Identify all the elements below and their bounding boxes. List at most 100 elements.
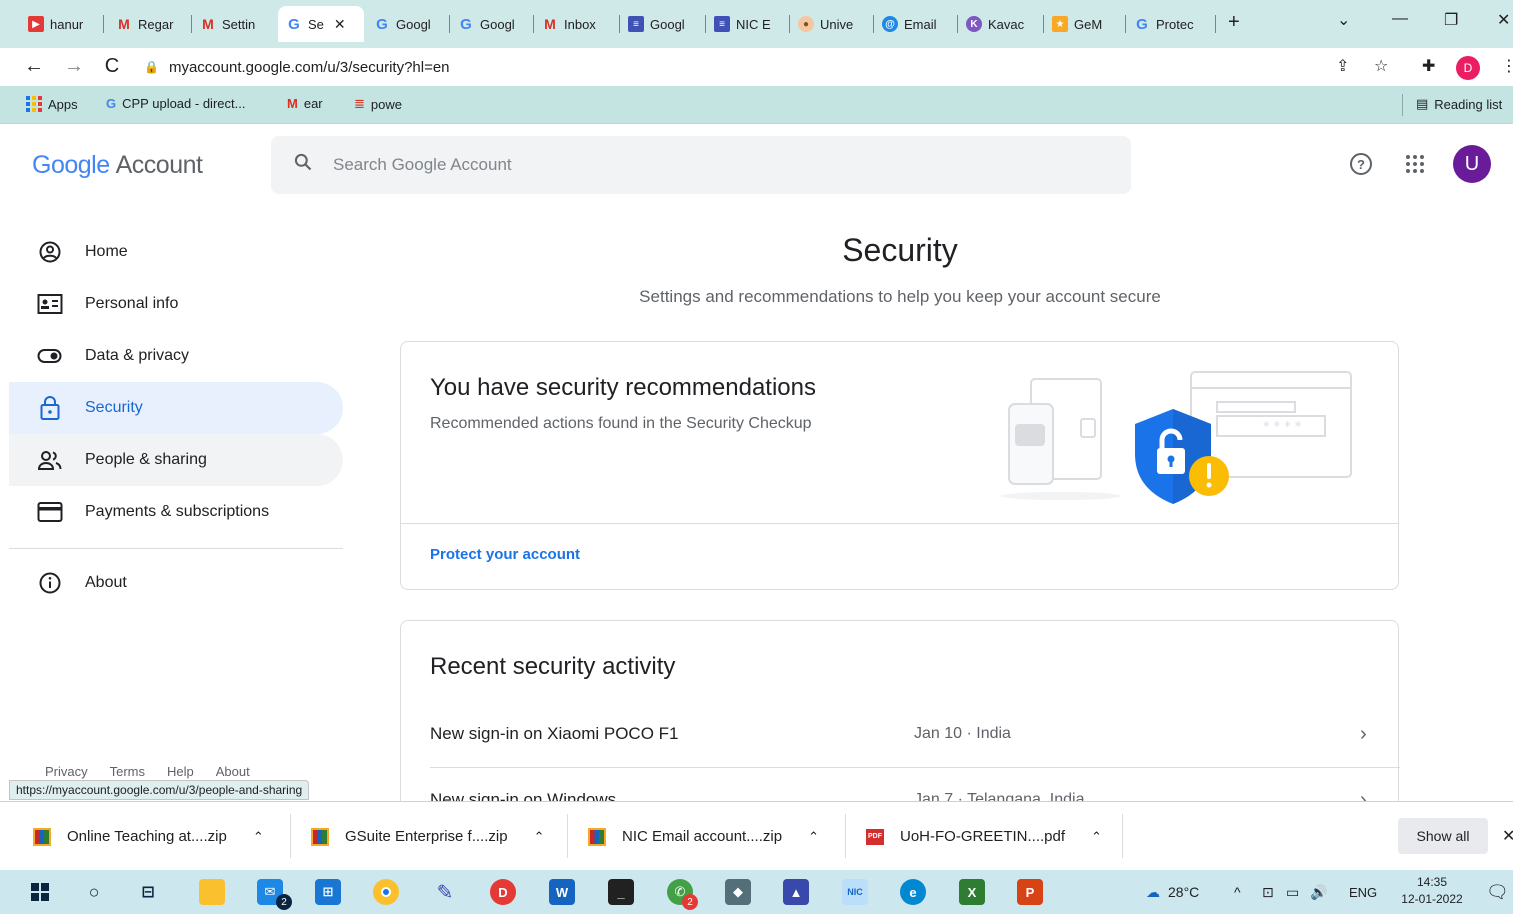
bookmark-ear[interactable]: M ear <box>287 96 323 111</box>
search-icon[interactable] <box>293 152 313 178</box>
protect-account-link[interactable]: Protect your account <box>430 546 580 563</box>
tab-gmail-settings[interactable]: M Settin <box>192 9 276 39</box>
sidebar-item-people-sharing[interactable]: People & sharing <box>9 434 343 486</box>
tab-gem[interactable]: ★ GeM <box>1044 9 1126 39</box>
restore-icon[interactable]: ❐ <box>1444 10 1458 30</box>
download-item[interactable]: PDF UoH-FO-GREETIN....pdf ⌃ <box>866 802 1102 871</box>
show-all-downloads-button[interactable]: Show all <box>1398 818 1488 854</box>
reload-icon[interactable]: C <box>100 55 124 78</box>
download-filename: GSuite Enterprise f....zip <box>345 828 508 845</box>
sidebar-item-security[interactable]: Security <box>9 382 343 434</box>
cortana-search-icon[interactable]: ○ <box>81 879 107 905</box>
tab-google[interactable]: G Googl <box>366 9 450 39</box>
bookmark-apps[interactable]: Apps <box>26 96 78 112</box>
tab-google-sheet[interactable]: ≡ Googl <box>620 9 706 39</box>
edge-icon[interactable]: e <box>900 879 926 905</box>
tab-university[interactable]: ● Unive <box>790 9 874 39</box>
help-icon[interactable]: ? <box>1350 153 1372 175</box>
account-avatar[interactable]: U <box>1453 145 1491 183</box>
tab-kavach[interactable]: K Kavac <box>958 9 1044 39</box>
nic-icon[interactable]: NIC <box>842 879 868 905</box>
google-apps-icon[interactable] <box>1406 155 1424 173</box>
download-item[interactable]: NIC Email account....zip ⌃ <box>588 802 819 871</box>
address-bar[interactable]: 🔒 myaccount.google.com/u/3/security?hl=e… <box>144 53 1414 81</box>
network-icon[interactable]: ▭ <box>1286 870 1299 914</box>
close-tab-icon[interactable]: ✕ <box>334 16 346 33</box>
chevron-up-icon[interactable]: ⌃ <box>534 829 545 845</box>
tab-label: Protec <box>1156 16 1194 32</box>
menu-icon[interactable]: ⋮ <box>1501 56 1513 76</box>
word-icon[interactable]: W <box>549 879 575 905</box>
terminal-icon[interactable]: _ <box>608 879 634 905</box>
close-window-icon[interactable]: ✕ <box>1497 10 1510 30</box>
url-text: myaccount.google.com/u/3/security?hl=en <box>168 58 450 76</box>
meet-now-icon[interactable]: ⊡ <box>1262 870 1274 914</box>
language-indicator[interactable]: ENG <box>1349 870 1377 914</box>
sheets-icon: ≡ <box>714 16 730 32</box>
bookmark-cpp-upload[interactable]: G CPP upload - direct... <box>106 96 245 111</box>
forward-icon[interactable]: → <box>62 55 86 78</box>
chevron-up-icon[interactable]: ⌃ <box>808 829 819 845</box>
tab-security-active[interactable]: G Se ✕ <box>278 6 364 42</box>
bookmark-powe[interactable]: ≣ powe <box>354 96 402 112</box>
tab-inbox[interactable]: M Inbox <box>534 9 620 39</box>
store-icon[interactable]: ⊞ <box>315 879 341 905</box>
home-icon <box>37 239 63 265</box>
sidebar-item-personal-info[interactable]: Personal info <box>9 278 343 330</box>
volume-icon[interactable]: 🔊 <box>1310 870 1327 914</box>
new-tab-button[interactable]: + <box>1228 11 1240 34</box>
sidebar-item-data-privacy[interactable]: Data & privacy <box>9 330 343 382</box>
close-download-bar-icon[interactable]: ✕ <box>1502 826 1513 846</box>
google-account-logo[interactable]: Google Account <box>32 151 203 180</box>
chrome-icon[interactable] <box>373 879 399 905</box>
powerpoint-icon[interactable]: P <box>1017 879 1043 905</box>
footer-link-about[interactable]: About <box>216 764 250 779</box>
tab-gmail[interactable]: M Regar <box>108 9 192 39</box>
chrome-profile-icon[interactable]: D <box>490 879 516 905</box>
divider <box>1122 814 1123 858</box>
browser-profile-avatar[interactable]: D <box>1456 56 1480 80</box>
tab-google[interactable]: G Googl <box>450 9 534 39</box>
task-view-icon[interactable]: ⊟ <box>135 879 161 905</box>
windows-start-icon[interactable] <box>27 879 53 905</box>
clock[interactable]: 14:35 12-01-2022 <box>1394 874 1470 908</box>
back-icon[interactable]: ← <box>22 55 46 78</box>
tab-youtube[interactable]: ▶ hanur <box>20 9 104 39</box>
chart-app-icon[interactable]: ▲ <box>783 879 809 905</box>
weather-widget[interactable]: ☁ 28°C <box>1146 870 1199 914</box>
chevron-up-icon[interactable]: ⌃ <box>253 829 264 845</box>
tab-nic-sheet[interactable]: ≡ NIC E <box>706 9 790 39</box>
app-icon[interactable]: ◆ <box>725 879 751 905</box>
extensions-icon[interactable]: ✚ <box>1422 56 1435 76</box>
search-input[interactable] <box>333 155 1093 175</box>
excel-icon[interactable]: X <box>959 879 985 905</box>
search-bar[interactable] <box>271 136 1131 194</box>
footer-link-help[interactable]: Help <box>167 764 194 779</box>
browser-toolbar: ← → C 🔒 myaccount.google.com/u/3/securit… <box>0 48 1513 86</box>
pen-tool-icon[interactable]: ✎ <box>432 879 458 905</box>
file-explorer-icon[interactable] <box>199 879 225 905</box>
download-item[interactable]: GSuite Enterprise f....zip ⌃ <box>311 802 544 871</box>
footer-link-privacy[interactable]: Privacy <box>45 764 88 779</box>
footer-link-terms[interactable]: Terms <box>110 764 145 779</box>
sheets-icon: ≡ <box>628 16 644 32</box>
tray-chevron-icon[interactable]: ^ <box>1234 870 1241 914</box>
winrar-zip-icon <box>588 827 606 846</box>
share-icon[interactable]: ⇪ <box>1336 56 1349 76</box>
activity-row[interactable]: New sign-in on Xiaomi POCO F1 Jan 10 · I… <box>430 703 1400 765</box>
reading-list-button[interactable]: ▤ Reading list <box>1416 96 1502 112</box>
chevron-up-icon[interactable]: ⌃ <box>1091 829 1102 845</box>
footer-links: Privacy Terms Help About <box>45 764 250 779</box>
download-item[interactable]: Online Teaching at....zip ⌃ <box>33 802 264 871</box>
minimize-icon[interactable]: — <box>1392 10 1408 28</box>
sidebar-item-payments[interactable]: Payments & subscriptions <box>9 486 343 538</box>
tab-email[interactable]: @ Email <box>874 9 958 39</box>
tab-search-icon[interactable]: ⌄ <box>1337 10 1350 30</box>
bookmark-star-icon[interactable]: ☆ <box>1374 56 1388 76</box>
lock-icon[interactable]: 🔒 <box>144 60 159 74</box>
notification-icon[interactable]: 🗨 <box>1486 870 1509 914</box>
tab-label: Googl <box>396 16 431 32</box>
sidebar-item-about[interactable]: About <box>9 557 343 609</box>
sidebar-item-home[interactable]: Home <box>9 226 343 278</box>
tab-protect[interactable]: G Protec <box>1126 9 1216 39</box>
